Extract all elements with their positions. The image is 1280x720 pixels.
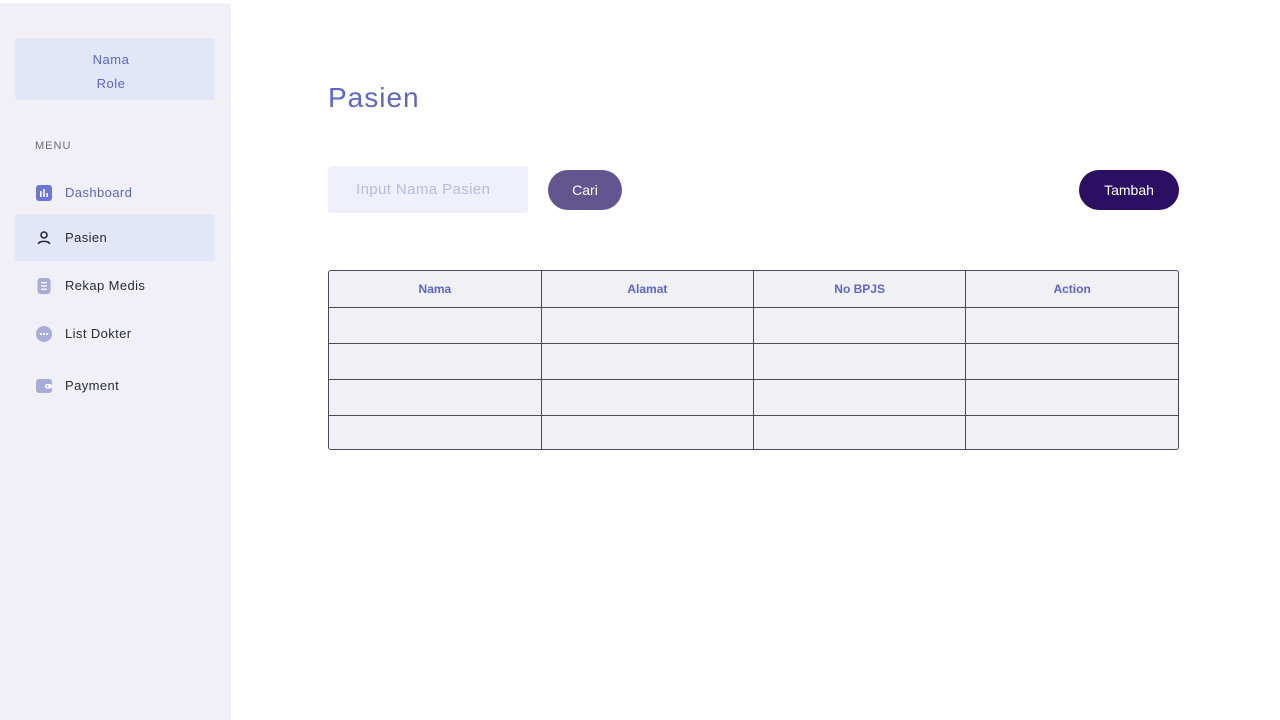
sidebar-item-pasien[interactable]: Pasien [15, 214, 215, 261]
table-cell [329, 414, 542, 449]
sidebar-item-label: Pasien [65, 230, 108, 245]
table-cell [540, 378, 755, 416]
patient-table: Nama Alamat No BPJS Action [328, 270, 1179, 450]
document-icon [35, 277, 53, 295]
main-content: Pasien Cari Tambah Nama Alamat No BPJS A… [231, 0, 1280, 720]
column-header-alamat: Alamat [540, 271, 755, 308]
table-row [329, 342, 1178, 380]
table-cell [965, 342, 1178, 380]
wallet-icon [35, 377, 53, 395]
table-cell [329, 342, 542, 380]
table-header-row: Nama Alamat No BPJS Action [329, 271, 1178, 308]
menu-section-label: MENU [35, 140, 72, 152]
table-cell [540, 414, 755, 449]
page-title: Pasien [328, 82, 420, 113]
table-row [329, 306, 1178, 344]
search-button[interactable]: Cari [548, 170, 622, 210]
column-header-no-bpjs: No BPJS [752, 271, 967, 308]
person-icon [35, 229, 53, 247]
table-cell [540, 342, 755, 380]
column-header-nama: Nama [329, 271, 542, 308]
user-name: Nama [92, 52, 130, 67]
table-cell [752, 378, 967, 416]
chat-icon [35, 325, 53, 343]
add-patient-button[interactable]: Tambah [1079, 170, 1179, 210]
table-cell [965, 414, 1178, 449]
sidebar-item-rekap-medis[interactable]: Rekap Medis [15, 262, 215, 309]
user-role: Role [96, 76, 126, 91]
table-cell [752, 342, 967, 380]
table-cell [752, 306, 967, 344]
column-header-action: Action [965, 271, 1178, 308]
table-cell [329, 378, 542, 416]
sidebar-item-payment[interactable]: Payment [15, 362, 215, 409]
table-cell [329, 306, 542, 344]
sidebar-item-label: Rekap Medis [65, 278, 146, 293]
sidebar-item-dashboard[interactable]: Dashboard [15, 169, 215, 216]
dashboard-icon [35, 184, 53, 202]
table-cell [540, 306, 755, 344]
table-cell [965, 378, 1178, 416]
table-row [329, 414, 1178, 449]
search-input[interactable] [328, 166, 528, 213]
table-cell [752, 414, 967, 449]
sidebar: Nama Role MENU Dashboard Pasien Rekap Me… [0, 3, 231, 720]
user-profile-card: Nama Role [15, 38, 215, 100]
sidebar-item-label: Payment [65, 378, 120, 393]
sidebar-item-label: List Dokter [65, 326, 132, 341]
sidebar-item-label: Dashboard [65, 185, 133, 200]
sidebar-item-list-dokter[interactable]: List Dokter [15, 310, 215, 357]
table-cell [965, 306, 1178, 344]
table-row [329, 378, 1178, 416]
